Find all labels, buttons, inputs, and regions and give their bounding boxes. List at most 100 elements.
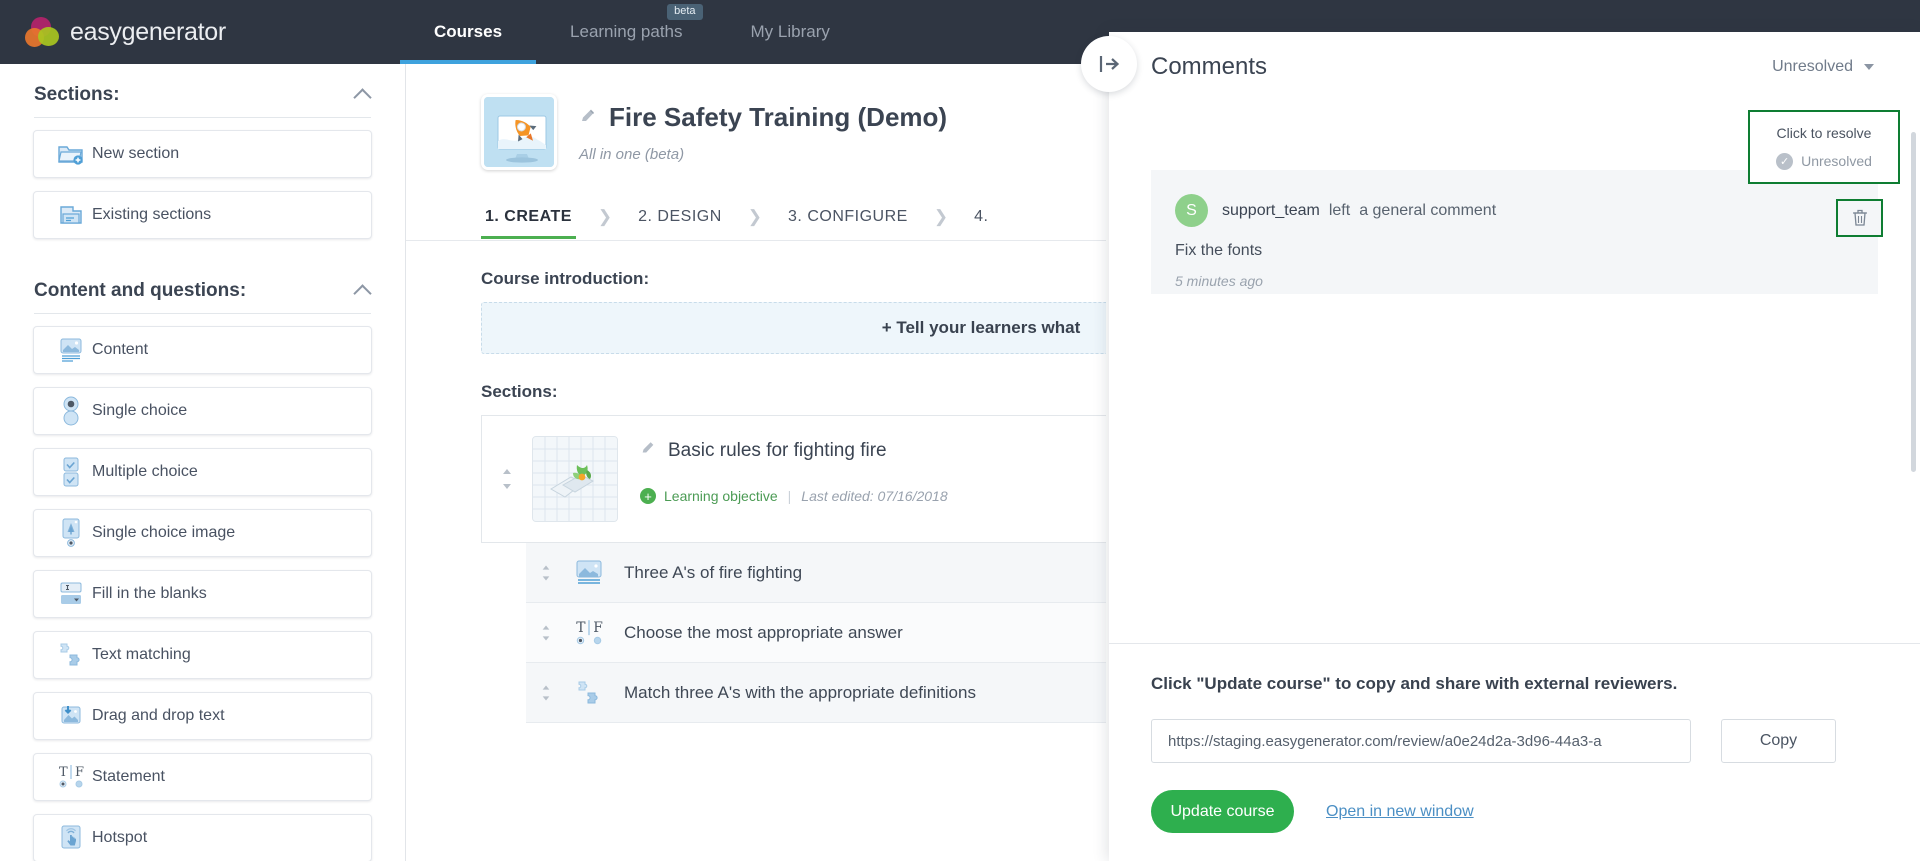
course-subtitle: All in one (beta) xyxy=(579,146,685,163)
comments-panel: Comments Unresolved S support_team left … xyxy=(1081,32,1920,861)
comments-filter-value: Unresolved xyxy=(1772,58,1853,75)
last-edited-text: Last edited: 07/16/2018 xyxy=(801,488,948,504)
drag-handle[interactable] xyxy=(526,683,566,703)
check-circle-icon: ✓ xyxy=(1776,152,1794,170)
scrollbar[interactable] xyxy=(1911,132,1916,472)
course-steps-nav: 1. CREATE ❯ 2. DESIGN ❯ 3. CONFIGURE ❯ 4… xyxy=(481,207,1106,240)
sidebar-item-label: Single choice xyxy=(92,402,188,419)
share-section: Click "Update course" to copy and share … xyxy=(1109,643,1920,861)
pencil-icon[interactable] xyxy=(640,440,656,462)
pencil-icon[interactable] xyxy=(579,107,597,130)
open-in-new-window-link[interactable]: Open in new window xyxy=(1326,803,1474,821)
collapse-panel-icon[interactable] xyxy=(1081,36,1137,92)
svg-text:F: F xyxy=(593,619,603,635)
brand-logo[interactable]: easygenerator xyxy=(0,17,400,47)
question-row[interactable]: Match three A's with the appropriate def… xyxy=(526,663,1106,723)
comments-filter-dropdown[interactable]: Unresolved xyxy=(1772,58,1874,76)
update-course-button[interactable]: Update course xyxy=(1151,790,1294,833)
sidebar-item-hotspot[interactable]: Hotspot xyxy=(33,814,372,861)
tab-learning-paths[interactable]: Learning paths beta xyxy=(536,0,716,64)
sidebar-item-fill-in-the-blanks[interactable]: Fill in the blanks xyxy=(33,570,372,618)
tab-my-library[interactable]: My Library xyxy=(717,0,864,64)
course-introduction-label: Course introduction: xyxy=(481,269,650,288)
sidebar-item-multiple-choice[interactable]: Multiple choice xyxy=(33,448,372,496)
learning-objective-label[interactable]: Learning objective xyxy=(664,488,778,504)
resolve-comment-button[interactable]: Click to resolve ✓ Unresolved xyxy=(1748,110,1900,184)
text-field-dropdown-icon xyxy=(50,580,92,608)
step-design[interactable]: 2. DESIGN xyxy=(634,208,726,239)
checkbox-icon xyxy=(50,457,92,487)
divider xyxy=(406,240,1106,241)
chevron-up-icon-content[interactable] xyxy=(355,283,371,299)
question-label: Choose the most appropriate answer xyxy=(624,622,903,642)
sidebar-item-single-choice[interactable]: Single choice xyxy=(33,387,372,435)
share-url-row: Copy xyxy=(1151,719,1874,763)
delete-comment-button[interactable] xyxy=(1836,199,1883,237)
course-title-row[interactable]: Fire Safety Training (Demo) xyxy=(579,102,947,134)
question-row[interactable]: Three A's of fire fighting xyxy=(526,543,1106,603)
status-badge: Unresolved xyxy=(1801,153,1872,169)
sidebar-item-label: Fill in the blanks xyxy=(92,585,207,602)
tab-learning-paths-label: Learning paths xyxy=(570,22,683,41)
sidebar-item-new-section[interactable]: New section xyxy=(33,130,372,178)
rocket-monitor-icon xyxy=(481,94,557,170)
share-url-input[interactable] xyxy=(1151,719,1691,763)
drag-handle[interactable] xyxy=(482,436,532,522)
brand-name: easygenerator xyxy=(70,17,226,46)
sidebar-item-single-choice-image[interactable]: Single choice image xyxy=(33,509,372,557)
sidebar-item-content[interactable]: Content xyxy=(33,326,372,374)
drag-handle[interactable] xyxy=(526,563,566,583)
sidebar-item-label: Statement xyxy=(92,768,165,785)
hand-tap-icon xyxy=(50,824,92,852)
section-card: Basic rules for fighting fire + Learning… xyxy=(481,415,1106,543)
sidebar-item-label: Text matching xyxy=(92,646,191,663)
course-title-block: Fire Safety Training (Demo) All in one (… xyxy=(557,94,947,170)
sidebar-item-label: Single choice image xyxy=(92,524,236,541)
share-instruction: Click "Update course" to copy and share … xyxy=(1151,674,1678,693)
sidebar-item-label: Content xyxy=(92,341,149,358)
content-group-title: Content and questions: xyxy=(34,280,247,301)
app-root: easygenerator Courses Learning paths bet… xyxy=(0,0,1920,861)
content-icon xyxy=(566,559,612,587)
sidebar-item-label: Hotspot xyxy=(92,829,148,846)
sections-label: Sections: xyxy=(481,382,558,401)
resolve-status-row: ✓ Unresolved xyxy=(1776,152,1872,170)
plus-circle-icon[interactable]: + xyxy=(640,488,656,504)
trash-icon xyxy=(1852,209,1867,226)
section-title-row[interactable]: Basic rules for fighting fire xyxy=(640,440,948,462)
drag-handle[interactable] xyxy=(526,623,566,643)
sidebar-item-drag-and-drop-text[interactable]: Drag and drop text xyxy=(33,692,372,740)
true-false-icon: T F xyxy=(566,618,612,648)
chevron-right-icon: ❯ xyxy=(933,207,949,226)
tab-courses[interactable]: Courses xyxy=(400,0,537,64)
comment-text: Fix the fonts xyxy=(1175,242,1263,259)
tab-courses-label: Courses xyxy=(434,22,503,41)
step-create[interactable]: 1. CREATE xyxy=(481,208,576,239)
sidebar-item-existing-sections[interactable]: Existing sections xyxy=(33,191,372,239)
left-sidebar: Sections: New section Existing sections … xyxy=(0,64,406,861)
section-title: Basic rules for fighting fire xyxy=(668,440,887,461)
chevron-up-icon-sections[interactable] xyxy=(355,87,371,103)
chevron-right-icon: ❯ xyxy=(597,207,613,226)
sidebar-item-text-matching[interactable]: Text matching xyxy=(33,631,372,679)
course-introduction-placeholder[interactable]: + Tell your learners what xyxy=(481,302,1106,354)
share-actions-row: Update course Open in new window xyxy=(1151,790,1874,833)
question-row[interactable]: T F Choose the most appropriate answer xyxy=(526,603,1106,663)
comment-author: support_team xyxy=(1222,201,1320,219)
question-label: Three A's of fire fighting xyxy=(624,562,803,582)
chevron-right-icon: ❯ xyxy=(747,207,763,226)
course-introduction-placeholder-text: + Tell your learners what xyxy=(881,318,1081,337)
sections-group-title: Sections: xyxy=(34,84,120,105)
comment-action-verb: left xyxy=(1328,201,1351,219)
sidebar-item-statement[interactable]: T F Statement xyxy=(33,753,372,801)
easygenerator-logo-icon xyxy=(25,17,59,47)
folder-add-icon xyxy=(50,142,92,166)
svg-text:F: F xyxy=(75,765,84,780)
copy-button[interactable]: Copy xyxy=(1721,719,1836,763)
step-configure[interactable]: 3. CONFIGURE xyxy=(784,208,912,239)
content-group-header: Content and questions: xyxy=(30,252,375,313)
step-four[interactable]: 4. xyxy=(970,208,992,239)
divider xyxy=(34,313,371,314)
image-text-icon xyxy=(50,337,92,363)
true-false-icon: T F xyxy=(50,763,92,791)
